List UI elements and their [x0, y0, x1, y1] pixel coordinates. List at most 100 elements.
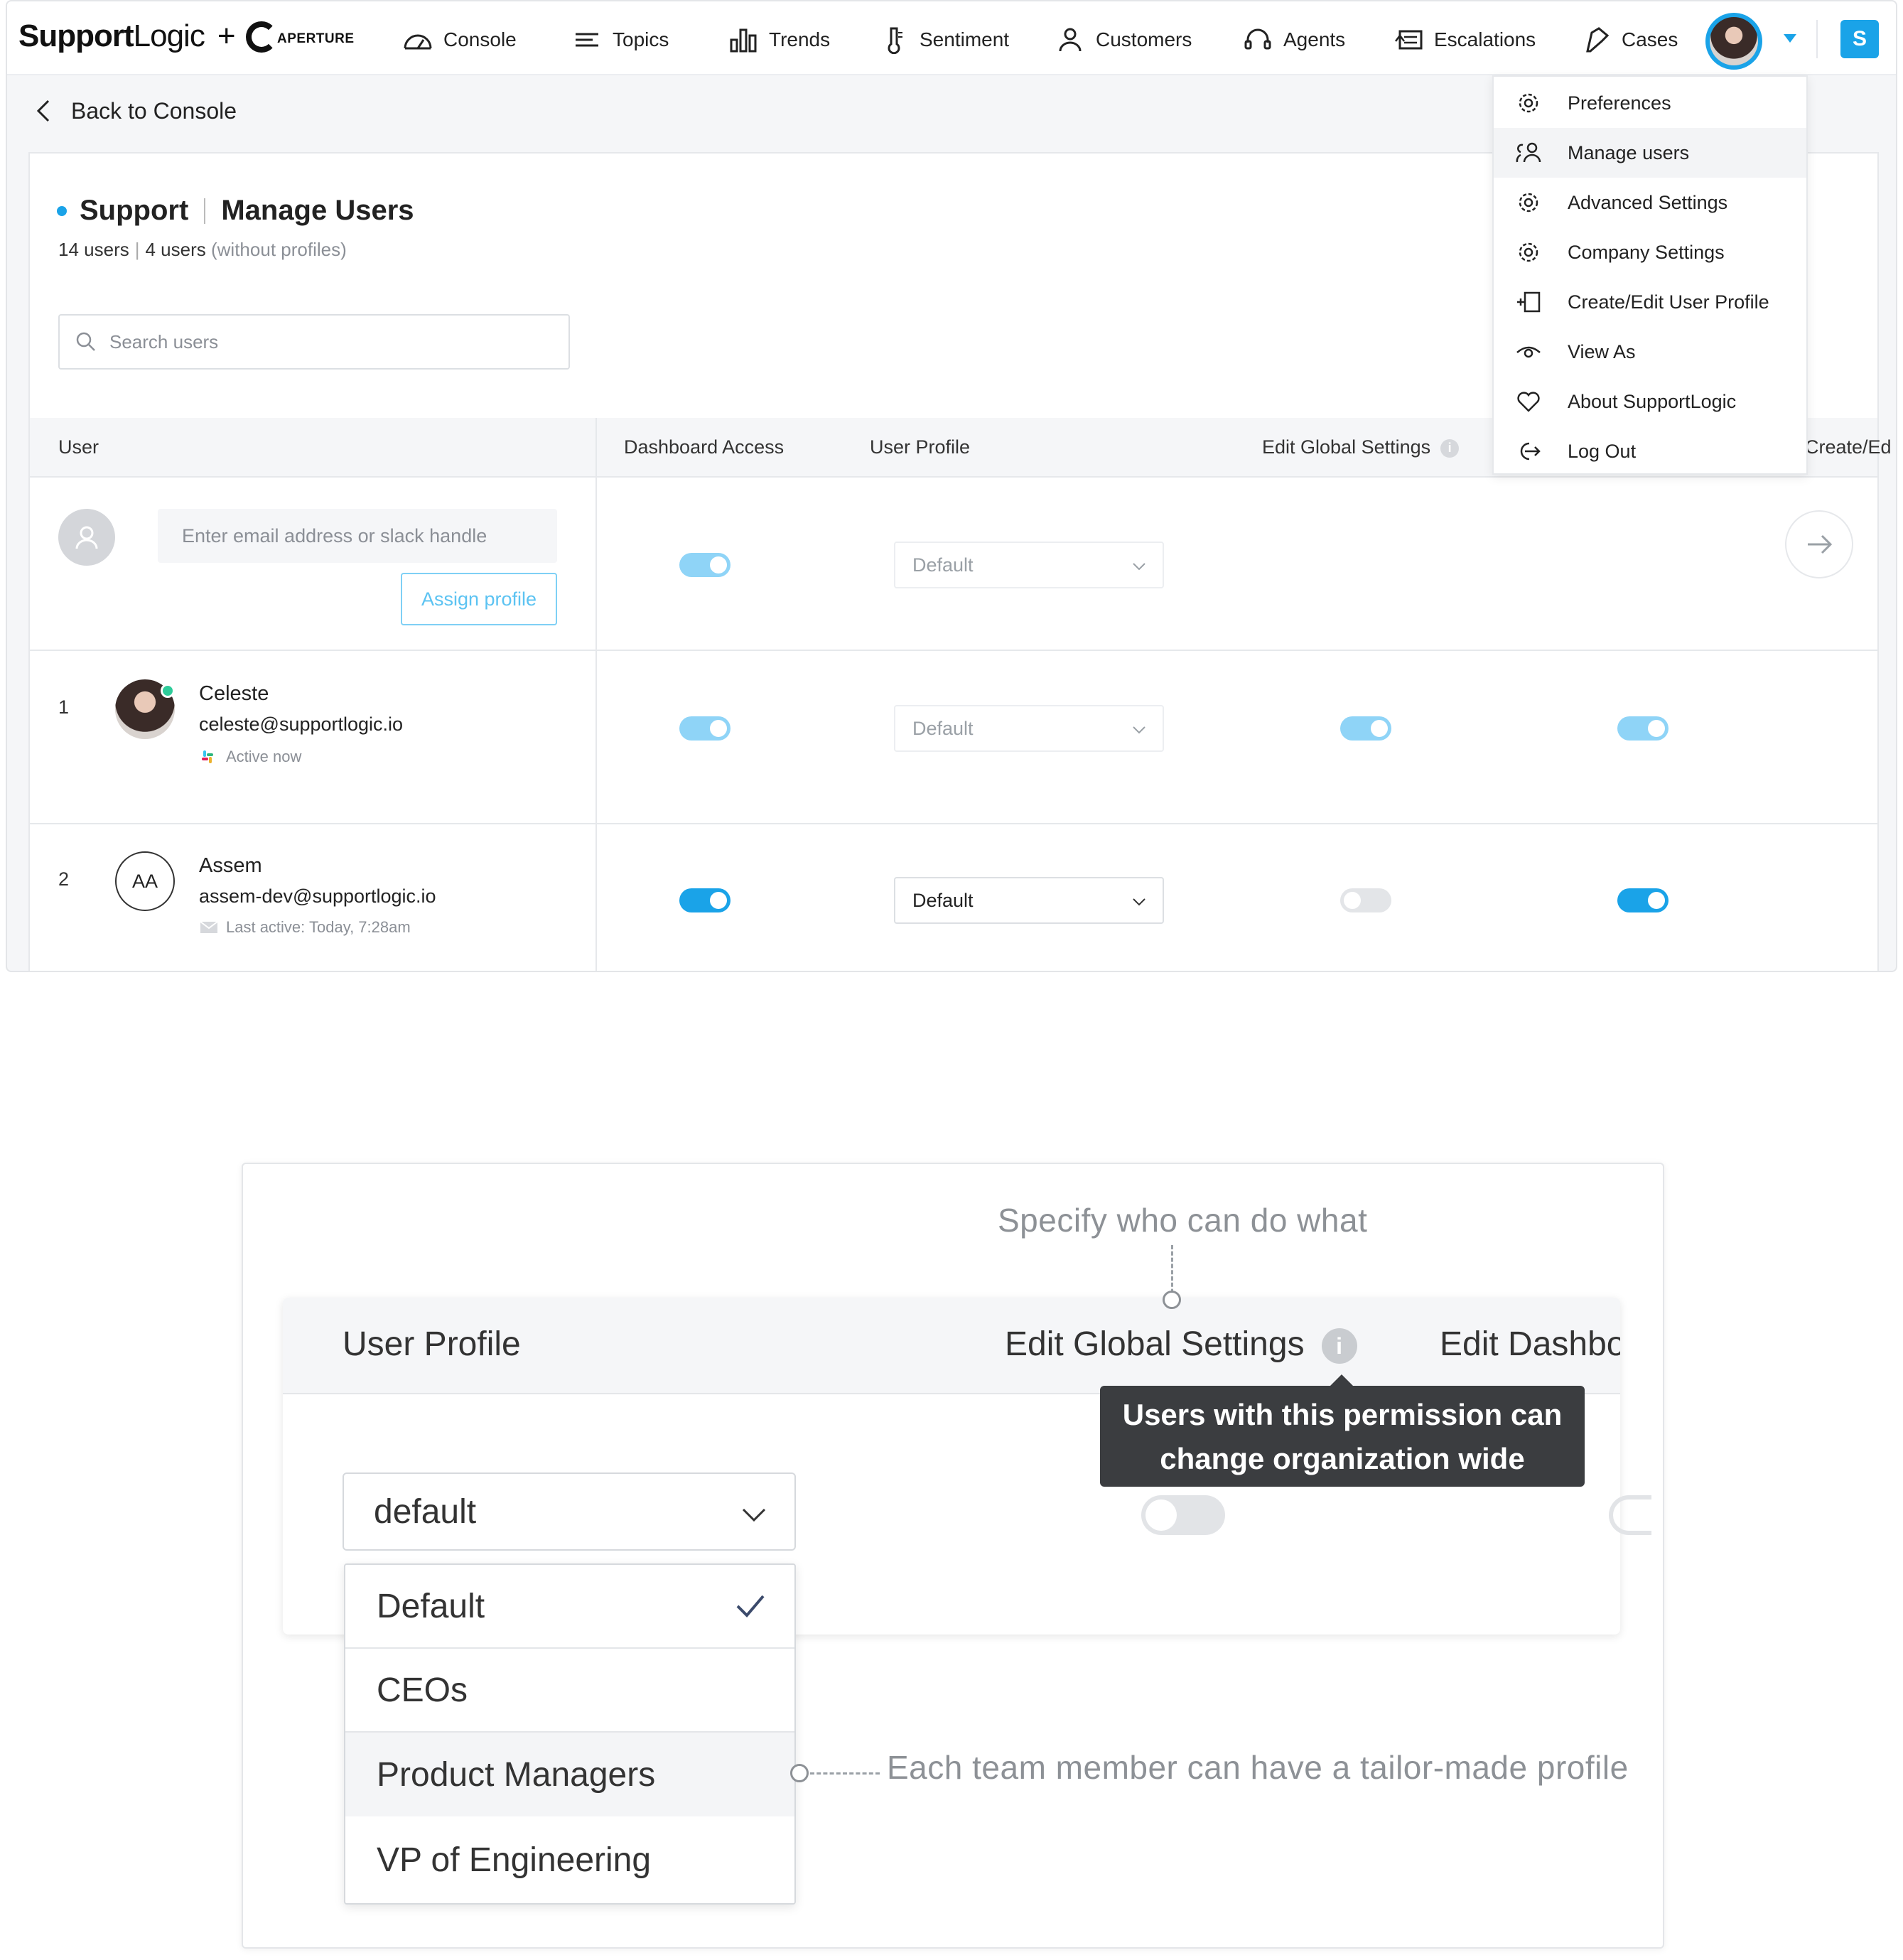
menu-item-manage-users[interactable]: Manage users — [1494, 128, 1806, 178]
profile-add-icon — [1517, 291, 1541, 313]
annotation-top: Specify who can do what — [998, 1202, 1368, 1239]
menu-item-company-settings[interactable]: Company Settings — [1494, 227, 1806, 277]
nav-escalations[interactable]: Escalations — [1393, 26, 1536, 54]
search-icon — [76, 332, 95, 351]
back-to-console-link[interactable]: Back to Console — [33, 97, 237, 125]
checkmark-icon — [736, 1595, 765, 1617]
supportlogic-logo[interactable]: SupportLogic + — [18, 18, 248, 54]
new-user-row: Assign profile Default — [30, 478, 1877, 651]
headset-icon — [1244, 28, 1271, 50]
users-summary: 14 users | 4 users (without profiles) — [58, 239, 347, 260]
gear-icon — [1519, 242, 1538, 262]
assign-profile-button[interactable]: Assign profile — [401, 573, 557, 625]
column-header-edit-global-settings: Edit Global Settings i — [1262, 436, 1460, 458]
users-icon — [1516, 142, 1541, 163]
search-box[interactable] — [58, 314, 570, 370]
user-profile-select[interactable]: Default — [894, 542, 1164, 588]
submit-arrow-button[interactable] — [1785, 510, 1853, 578]
menu-item-log-out[interactable]: Log Out — [1494, 426, 1806, 476]
nav-console[interactable]: Console — [402, 26, 517, 54]
email-icon — [200, 921, 218, 933]
column-header-edit-global-settings: Edit Global Settings i — [1005, 1325, 1357, 1364]
user-profile-select[interactable]: Default — [894, 877, 1164, 924]
bar-chart-icon — [730, 28, 757, 53]
title-divider — [204, 198, 206, 224]
nav-sentiment[interactable]: Sentiment — [878, 26, 1009, 54]
user-name: Assem — [199, 854, 262, 877]
menu-item-view-as[interactable]: View As — [1494, 327, 1806, 377]
menu-item-create-edit-user-profile[interactable]: Create/Edit User Profile — [1494, 277, 1806, 327]
dashboard-access-toggle[interactable] — [679, 553, 731, 577]
option-vp-engineering[interactable]: VP of Engineering — [345, 1816, 794, 1903]
menu-item-about[interactable]: About SupportLogic — [1494, 377, 1806, 426]
avatar — [1710, 17, 1758, 65]
edit-global-settings-toggle[interactable] — [1340, 716, 1391, 741]
chevron-down-icon — [742, 1508, 766, 1522]
chevron-down-icon — [1133, 726, 1145, 734]
heart-icon — [1517, 392, 1540, 412]
aperture-ring-icon — [246, 21, 277, 53]
arrow-right-icon — [1808, 534, 1833, 554]
row-number: 1 — [58, 696, 70, 718]
cases-icon — [1586, 27, 1610, 53]
profile-options-list: Default CEOs Product Managers VP of Engi… — [344, 1563, 796, 1905]
option-default[interactable]: Default — [345, 1565, 794, 1649]
gear-icon — [1519, 193, 1538, 212]
eye-icon — [1516, 346, 1541, 358]
info-icon[interactable]: i — [1321, 1328, 1357, 1364]
nav-agents[interactable]: Agents — [1242, 26, 1345, 54]
search-input[interactable] — [109, 330, 536, 353]
permission-tooltip: Users with this permission can change or… — [1100, 1374, 1585, 1519]
nav-topics[interactable]: Topics — [571, 26, 669, 54]
gauge-icon — [404, 34, 432, 50]
edit-dashboard-toggle[interactable] — [1609, 1495, 1651, 1535]
zoomed-table-header: User Profile Edit Global Settings i Edit … — [283, 1298, 1620, 1394]
org-badge-button[interactable]: S — [1840, 20, 1879, 58]
user-avatar-button[interactable] — [1705, 13, 1762, 70]
escalation-icon — [1395, 30, 1423, 50]
logout-icon — [1520, 442, 1541, 461]
table-row: 2 AA Assem assem-dev@supportlogic.io Las… — [30, 824, 1877, 971]
thermometer-icon — [888, 27, 902, 54]
feature-callout: Specify who can do what User Profile Edi… — [242, 1163, 1664, 1949]
nav-customers[interactable]: Customers — [1055, 26, 1192, 54]
user-name: Celeste — [199, 682, 269, 705]
user-profile-select[interactable]: Default — [894, 705, 1164, 752]
nav-cases[interactable]: Cases — [1580, 26, 1678, 54]
user-profile-select[interactable]: default — [343, 1472, 796, 1551]
create-edit-toggle[interactable] — [1617, 716, 1669, 741]
column-header-edit-dashboard: Edit Dashbo — [1440, 1325, 1620, 1363]
person-icon — [1059, 28, 1082, 52]
caret-down-icon[interactable] — [1784, 34, 1796, 43]
menu-item-preferences[interactable]: Preferences — [1494, 78, 1806, 128]
gear-icon — [1519, 93, 1538, 113]
info-icon[interactable]: i — [1440, 438, 1460, 458]
email-field[interactable] — [158, 509, 557, 563]
option-product-managers[interactable]: Product Managers — [345, 1733, 794, 1816]
create-edit-toggle[interactable] — [1617, 888, 1669, 912]
account-dropdown-menu: Preferences Manage users Advanced Settin… — [1492, 75, 1808, 475]
online-status-dot — [161, 684, 175, 698]
status-dot — [57, 205, 67, 216]
edit-global-settings-toggle[interactable] — [1340, 888, 1391, 912]
annotation-connector — [810, 1772, 880, 1775]
column-header-dashboard-access: Dashboard Access — [624, 436, 785, 458]
app-screenshot: SupportLogic + APERTURE Console Topics Tr… — [6, 0, 1897, 972]
dashboard-access-toggle[interactable] — [679, 888, 731, 912]
chevron-left-icon — [36, 99, 50, 122]
chevron-down-icon — [1133, 563, 1145, 571]
slack-icon — [202, 750, 213, 763]
user-status: Active now — [199, 748, 301, 766]
user-status: Last active: Today, 7:28am — [199, 918, 411, 937]
aperture-logo: APERTURE — [246, 21, 354, 55]
option-ceos[interactable]: CEOs — [345, 1649, 794, 1733]
dashboard-access-toggle[interactable] — [679, 716, 731, 741]
column-header-create-edit: Create/Ed — [1805, 436, 1892, 458]
column-header-user: User — [58, 436, 99, 458]
topics-lines-icon — [576, 33, 598, 47]
nav-trends[interactable]: Trends — [728, 26, 830, 54]
user-email: celeste@supportlogic.io — [199, 714, 404, 735]
table-row: 1 Celeste celeste@supportlogic.io Active… — [30, 651, 1877, 824]
column-header-user-profile: User Profile — [870, 436, 971, 458]
menu-item-advanced-settings[interactable]: Advanced Settings — [1494, 178, 1806, 227]
